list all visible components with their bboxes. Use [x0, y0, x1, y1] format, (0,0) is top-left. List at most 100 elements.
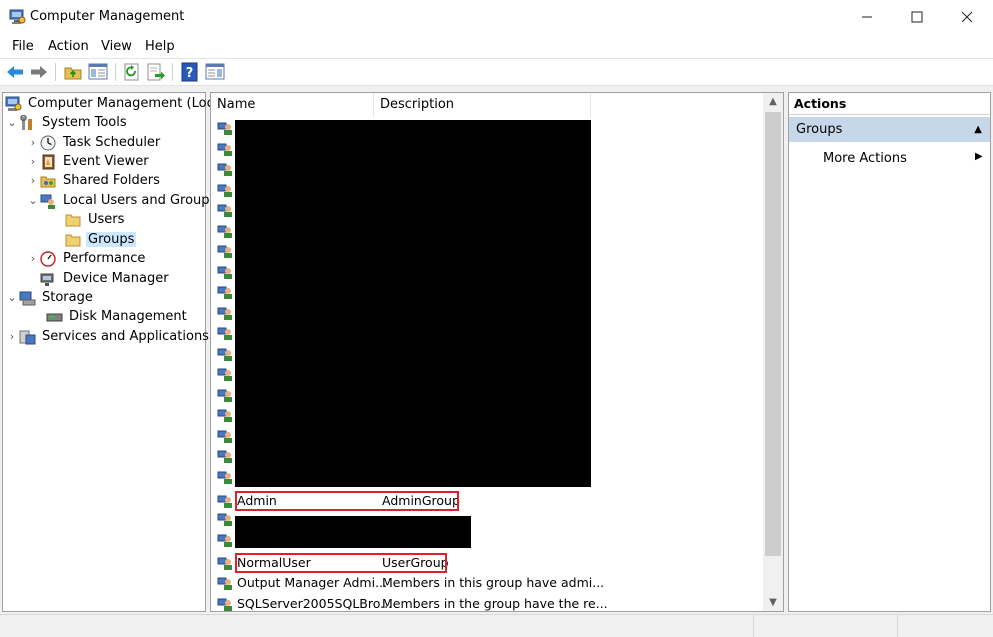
tree-item-storage[interactable]: ⌄ Storage	[5, 288, 95, 307]
chevron-down-icon[interactable]: ⌄	[5, 116, 19, 129]
actions-header: Actions	[789, 93, 990, 115]
title-bar: Computer Management	[0, 0, 993, 34]
group-name: Output Manager Admi...	[237, 575, 387, 590]
chevron-down-icon[interactable]: ⌄	[26, 194, 40, 207]
tree-item-disk-management[interactable]: Disk Management	[46, 307, 189, 326]
menu-bar: File Action View Help	[0, 36, 993, 58]
vertical-scrollbar[interactable]: ▲ ▼	[763, 93, 783, 611]
collapse-arrow-icon[interactable]: ▲	[974, 117, 982, 142]
show-hide-tree-icon[interactable]	[88, 62, 108, 82]
redaction-block	[235, 516, 471, 548]
tree-item-task-scheduler[interactable]: › Task Scheduler	[26, 133, 162, 152]
more-actions-link[interactable]: More Actions	[823, 151, 907, 166]
tree-item-system-tools[interactable]: ⌄ System Tools	[5, 113, 129, 132]
close-button[interactable]	[942, 0, 992, 34]
group-icon	[217, 143, 232, 156]
tree-item-label: Performance	[63, 251, 146, 266]
tree-item-services-applications[interactable]: › Services and Applications	[5, 327, 211, 346]
tree-item-event-viewer[interactable]: › Event Viewer	[26, 152, 151, 171]
group-name: SQLServer2005SQLBro...	[237, 596, 393, 611]
group-icon	[217, 163, 232, 176]
actions-pane: Actions Groups ▲ More Actions ▶	[788, 92, 991, 612]
group-icon	[217, 204, 232, 217]
menu-view[interactable]: View	[101, 39, 132, 54]
tree-item-computer-management[interactable]: Computer Management (Local)	[5, 94, 232, 113]
highlight-box	[235, 553, 447, 573]
list-header: Name Description	[211, 93, 763, 117]
chevron-right-icon[interactable]: ›	[26, 174, 40, 187]
group-icon	[217, 245, 232, 258]
back-icon[interactable]	[5, 62, 25, 82]
group-icon	[217, 409, 232, 422]
list-item[interactable]: SQLServer2005SQLBro... Members in the gr…	[215, 594, 763, 611]
minimize-button[interactable]	[842, 0, 892, 34]
scroll-up-arrow-icon[interactable]: ▲	[763, 93, 783, 110]
close-icon	[961, 11, 973, 23]
shared-folders-icon	[40, 176, 56, 187]
group-icon	[217, 327, 232, 340]
maximize-button[interactable]	[892, 0, 942, 34]
status-bar	[0, 614, 993, 637]
tree-item-label: Device Manager	[63, 271, 169, 286]
group-description: Members in the group have the re...	[382, 596, 608, 611]
column-header-description[interactable]: Description	[374, 93, 591, 117]
tree-item-label: Computer Management (Local)	[28, 96, 231, 111]
group-icon	[217, 184, 232, 197]
group-icon	[217, 389, 232, 402]
menu-help[interactable]: Help	[145, 39, 175, 54]
chevron-right-icon[interactable]: ›	[26, 252, 40, 265]
tree-item-label: Shared Folders	[63, 173, 160, 188]
group-icon	[217, 557, 232, 570]
tree-item-device-manager[interactable]: Device Manager	[40, 269, 171, 288]
chevron-right-icon[interactable]: ›	[26, 155, 40, 168]
workspace: Computer Management (Local) ⌄ System Too…	[0, 86, 993, 614]
scroll-down-arrow-icon[interactable]: ▼	[763, 594, 783, 611]
up-folder-icon[interactable]	[63, 62, 83, 82]
tree-item-groups[interactable]: Groups	[65, 230, 137, 249]
group-icon	[217, 266, 232, 279]
menu-action[interactable]: Action	[48, 39, 89, 54]
chevron-right-icon[interactable]: ›	[26, 136, 40, 149]
tree-item-performance[interactable]: › Performance	[26, 249, 147, 268]
group-icon	[217, 513, 232, 526]
tree-item-local-users-groups[interactable]: ⌄ Local Users and Groups	[26, 191, 218, 210]
group-icon	[217, 307, 232, 320]
forward-icon[interactable]	[29, 62, 49, 82]
help-icon[interactable]: ?	[180, 62, 200, 82]
redaction-block	[235, 120, 591, 487]
list-item[interactable]: Output Manager Admi... Members in this g…	[215, 573, 763, 593]
tree-item-label: Task Scheduler	[63, 135, 161, 150]
tree-item-shared-folders[interactable]: › Shared Folders	[26, 171, 162, 190]
tree-item-label: Event Viewer	[63, 154, 149, 169]
group-icon	[217, 348, 232, 361]
groups-list: Name Description Admin AdminGroup Normal…	[210, 92, 784, 612]
export-list-icon[interactable]	[146, 62, 166, 82]
chevron-down-icon[interactable]: ⌄	[5, 291, 19, 304]
folder-icon	[65, 214, 81, 226]
refresh-icon[interactable]	[122, 62, 142, 82]
group-icon	[217, 495, 232, 508]
highlight-box	[235, 491, 459, 511]
actions-group-header[interactable]: Groups ▲	[789, 117, 990, 142]
tree-item-label: Services and Applications	[42, 329, 209, 344]
local-users-groups-icon	[40, 194, 55, 209]
menu-file[interactable]: File	[12, 39, 34, 54]
task-scheduler-icon	[40, 135, 56, 150]
show-hide-action-pane-icon[interactable]	[205, 62, 225, 82]
storage-icon	[19, 291, 36, 305]
device-manager-icon	[40, 273, 54, 286]
tree-item-label: Local Users and Groups	[63, 193, 217, 208]
tree-item-label: Storage	[42, 290, 93, 305]
chevron-right-icon[interactable]: ›	[5, 330, 19, 343]
tree-item-label: Groups	[86, 232, 137, 247]
group-icon	[217, 286, 232, 299]
column-header-name[interactable]: Name	[211, 93, 374, 117]
tree-item-users[interactable]: Users	[65, 210, 126, 229]
minimize-icon	[862, 16, 872, 18]
group-icon	[217, 430, 232, 443]
group-description: Members in this group have admi...	[382, 575, 605, 590]
scrollbar-thumb[interactable]	[765, 112, 781, 556]
services-applications-icon	[19, 330, 36, 344]
tree-item-label: Disk Management	[69, 309, 187, 324]
toolbar: ?	[0, 58, 993, 86]
